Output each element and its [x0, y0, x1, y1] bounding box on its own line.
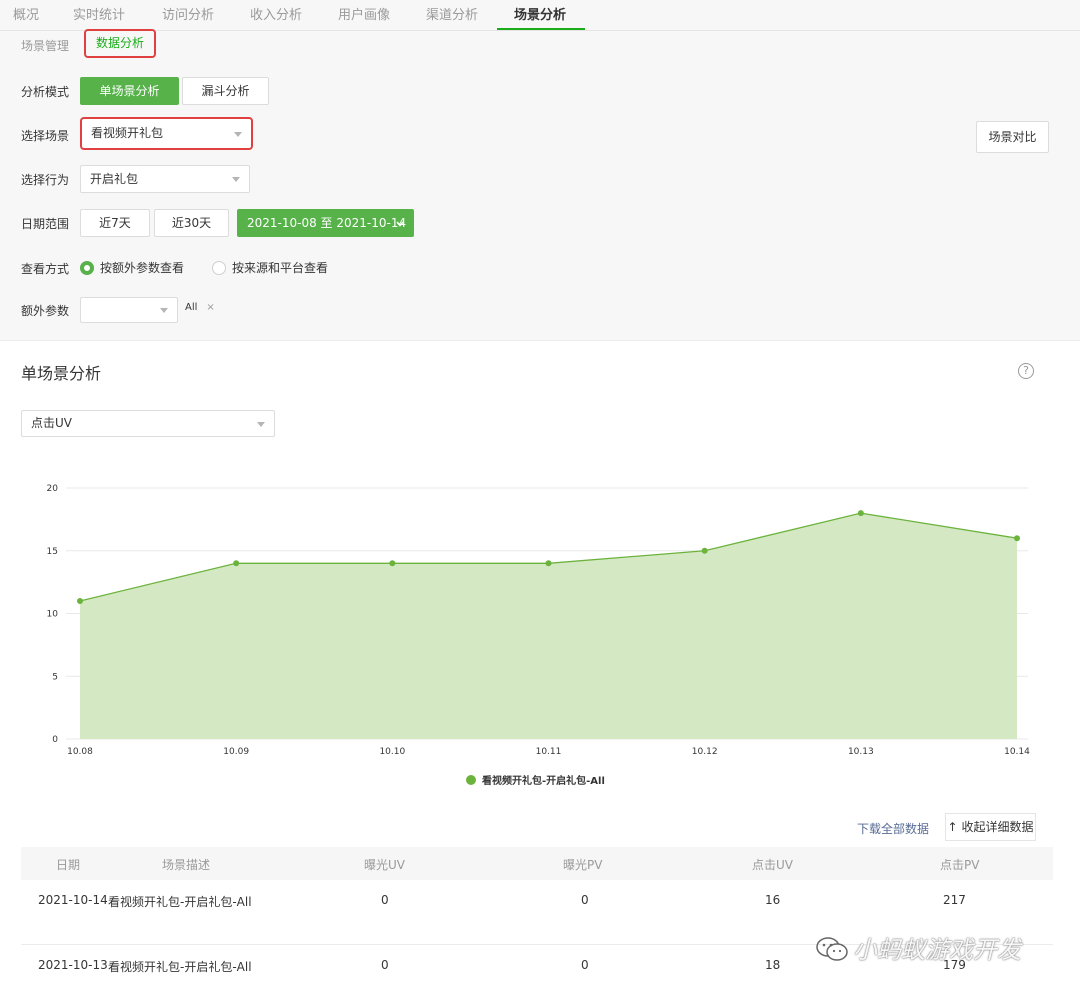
x-tick-label: 10.14 — [1004, 747, 1030, 757]
metric-select-value: 点击UV — [31, 416, 72, 430]
x-tick-label: 10.08 — [67, 747, 93, 757]
col-scene-desc: 场景描述 — [162, 858, 211, 872]
view-label: 查看方式 — [21, 262, 70, 276]
cell-scene-desc: 看视频开礼包-开启礼包-All — [108, 895, 252, 909]
tab-overview[interactable]: 概况 — [13, 4, 39, 23]
action-select-value: 开启礼包 — [90, 172, 139, 186]
collapse-details-button[interactable]: ↑ 收起详细数据 — [945, 813, 1036, 841]
col-click-pv: 点击PV — [940, 858, 980, 872]
radio-checked-icon — [80, 261, 94, 275]
extra-label: 额外参数 — [21, 304, 70, 318]
funnel-button[interactable]: 漏斗分析 — [182, 77, 269, 105]
data-point — [77, 597, 83, 604]
action-select[interactable]: 开启礼包 — [80, 165, 250, 193]
y-tick-label: 5 — [52, 672, 58, 682]
cell-exposure-uv: 0 — [381, 958, 389, 972]
cell-click-pv: 217 — [943, 893, 966, 907]
action-label: 选择行为 — [21, 173, 70, 187]
wechat-icon — [816, 937, 848, 961]
param-tag: All × — [185, 302, 215, 313]
radio-source-platform[interactable]: 按来源和平台查看 — [212, 259, 328, 276]
close-icon[interactable]: × — [206, 302, 214, 313]
metric-select[interactable]: 点击UV — [21, 410, 275, 437]
col-click-uv: 点击UV — [752, 858, 793, 872]
cell-scene-desc: 看视频开礼包-开启礼包-All — [108, 960, 252, 974]
x-tick-label: 10.09 — [223, 747, 249, 757]
col-exposure-pv: 曝光PV — [563, 858, 603, 872]
chevron-down-icon — [232, 177, 240, 182]
mode-label: 分析模式 — [21, 85, 70, 99]
series-area — [80, 513, 1017, 739]
tab-revenue[interactable]: 收入分析 — [250, 4, 302, 23]
chevron-down-icon — [234, 132, 242, 137]
date-range-value: 2021-10-08 至 2021-10-14 — [247, 216, 407, 230]
radio-extra-params[interactable]: 按额外参数查看 — [80, 259, 184, 276]
data-point — [701, 547, 708, 554]
collapse-details-label: 收起详细数据 — [961, 820, 1034, 834]
col-exposure-uv: 曝光UV — [364, 858, 405, 872]
tab-user-profile[interactable]: 用户画像 — [338, 4, 390, 23]
cell-exposure-pv: 0 — [581, 893, 589, 907]
date-label: 日期范围 — [21, 217, 70, 231]
x-tick-label: 10.13 — [848, 747, 874, 757]
scene-compare-button[interactable]: 场景对比 — [976, 121, 1049, 153]
x-tick-label: 10.12 — [692, 747, 718, 757]
cell-click-uv: 18 — [765, 958, 781, 972]
data-point — [545, 560, 552, 567]
tab-visits[interactable]: 访问分析 — [162, 4, 214, 23]
data-point — [857, 510, 864, 517]
y-tick-label: 15 — [47, 547, 58, 557]
watermark: 小蚂蚁游戏开发 — [815, 930, 1021, 965]
scene-select-value: 看视频开礼包 — [91, 126, 164, 140]
radio-extra-label: 按额外参数查看 — [100, 261, 185, 275]
y-tick-label: 10 — [47, 610, 59, 620]
chevron-down-icon — [396, 221, 404, 227]
cell-exposure-uv: 0 — [381, 893, 389, 907]
subnav-data-analysis[interactable]: 数据分析 — [84, 29, 156, 58]
single-scene-button[interactable]: 单场景分析 — [80, 77, 179, 105]
y-tick-label: 20 — [47, 484, 59, 494]
col-date: 日期 — [56, 858, 81, 872]
arrow-up-icon: ↑ — [947, 820, 958, 834]
subnav-scene-manage[interactable]: 场景管理 — [21, 37, 69, 54]
last-30-days-button[interactable]: 近30天 — [154, 209, 229, 237]
date-range-picker[interactable]: 2021-10-08 至 2021-10-14 — [237, 209, 414, 237]
x-tick-label: 10.11 — [536, 747, 562, 757]
cell-exposure-pv: 0 — [581, 958, 589, 972]
help-icon[interactable]: ? — [1018, 363, 1034, 379]
param-tag-label: All — [185, 302, 198, 313]
legend-dot-icon — [466, 775, 476, 785]
tab-channels[interactable]: 渠道分析 — [426, 4, 478, 23]
last-7-days-button[interactable]: 近7天 — [80, 209, 150, 237]
extra-param-select[interactable] — [80, 297, 178, 323]
chevron-down-icon — [160, 308, 168, 313]
tab-scenes[interactable]: 场景分析 — [514, 4, 566, 23]
watermark-text: 小蚂蚁游戏开发 — [853, 936, 1021, 964]
tab-realtime[interactable]: 实时统计 — [73, 4, 125, 23]
data-point — [233, 560, 240, 567]
panel-title: 单场景分析 — [21, 364, 102, 383]
y-tick-label: 0 — [52, 735, 58, 745]
scene-label: 选择场景 — [21, 129, 70, 143]
radio-source-label: 按来源和平台查看 — [232, 261, 329, 275]
chart-legend[interactable]: 看视频开礼包-开启礼包-All — [466, 772, 605, 787]
legend-label: 看视频开礼包-开启礼包-All — [482, 776, 605, 787]
area-chart: 0 5 10 15 20 10.08 10.09 10.10 10.11 10.12 10.13 10… — [47, 484, 1031, 757]
radio-unchecked-icon — [212, 261, 226, 275]
download-all-link[interactable]: 下载全部数据 — [857, 820, 929, 837]
x-tick-label: 10.10 — [379, 747, 405, 757]
active-tab-indicator — [497, 28, 585, 30]
scene-select[interactable]: 看视频开礼包 — [80, 117, 253, 150]
data-point — [389, 560, 396, 567]
chevron-down-icon — [257, 422, 265, 427]
top-tab-bar: 概况 实时统计 访问分析 收入分析 用户画像 渠道分析 场景分析 — [0, 0, 1080, 31]
cell-date: 2021-10-13 — [38, 958, 108, 972]
cell-date: 2021-10-14 — [38, 893, 108, 907]
data-point — [1014, 535, 1020, 542]
cell-click-uv: 16 — [765, 893, 781, 907]
